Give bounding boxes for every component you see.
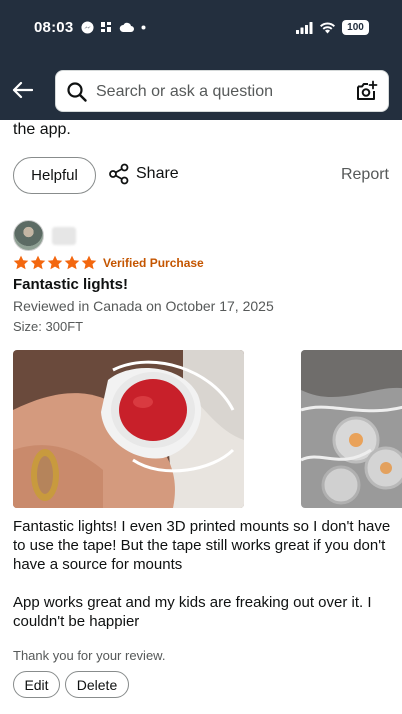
- review-photo-image: [13, 350, 244, 508]
- review-photo-image: [301, 350, 402, 508]
- search-icon: [67, 82, 87, 102]
- star-rating: [13, 255, 97, 270]
- search-input[interactable]: [96, 79, 346, 105]
- star-icon: [64, 255, 80, 270]
- app-header: 08:03 100: [0, 0, 402, 120]
- reviewer-name-redacted: [52, 226, 76, 245]
- thanks-message: Thank you for your review.: [13, 648, 166, 663]
- dot-icon: [141, 25, 146, 30]
- messenger-icon: [81, 21, 94, 34]
- reviewer-profile[interactable]: [13, 220, 76, 251]
- wifi-icon: [320, 21, 335, 33]
- avatar: [13, 220, 44, 251]
- signal-icon: [296, 21, 313, 34]
- cloud-icon: [119, 22, 134, 32]
- delete-button[interactable]: Delete: [65, 671, 129, 698]
- review-size: Size: 300FT: [13, 319, 84, 334]
- battery-indicator: 100: [342, 20, 369, 35]
- review-paragraph: Fantastic lights! I even 3D printed moun…: [13, 518, 391, 573]
- previous-review-text: the app.: [13, 121, 71, 138]
- edit-button[interactable]: Edit: [13, 671, 60, 698]
- review-meta: Reviewed in Canada on October 17, 2025: [13, 298, 274, 314]
- review-photo[interactable]: [13, 350, 244, 508]
- review-content: the app. Helpful Share Report Verified P…: [0, 120, 402, 714]
- share-label: Share: [136, 165, 179, 182]
- status-time: 08:03: [34, 19, 74, 36]
- search-bar[interactable]: [55, 70, 389, 112]
- star-icon: [13, 255, 29, 270]
- helpful-button[interactable]: Helpful: [13, 157, 96, 194]
- review-body: Fantastic lights! I even 3D printed moun…: [13, 517, 393, 650]
- review-title: Fantastic lights!: [13, 276, 129, 293]
- share-button[interactable]: Share: [108, 163, 179, 185]
- report-link[interactable]: Report: [341, 166, 389, 184]
- review-rating: Verified Purchase: [13, 255, 204, 270]
- verified-purchase-badge: Verified Purchase: [103, 255, 204, 270]
- star-icon: [81, 255, 97, 270]
- review-photo[interactable]: [301, 350, 402, 508]
- status-bar: 08:03 100: [0, 0, 402, 58]
- share-icon: [109, 163, 129, 185]
- review-actions: Helpful Share Report: [13, 157, 389, 194]
- system-indicators: 100: [296, 20, 369, 35]
- back-button[interactable]: [8, 76, 36, 104]
- review-paragraph: App works great and my kids are freaking…: [13, 594, 372, 630]
- notification-icons: [81, 21, 146, 34]
- star-icon: [30, 255, 46, 270]
- battery-level: 100: [347, 22, 364, 33]
- back-arrow-icon: [12, 81, 33, 99]
- star-icon: [47, 255, 63, 270]
- grid-app-icon: [101, 21, 111, 32]
- camera-search-icon[interactable]: [356, 80, 378, 102]
